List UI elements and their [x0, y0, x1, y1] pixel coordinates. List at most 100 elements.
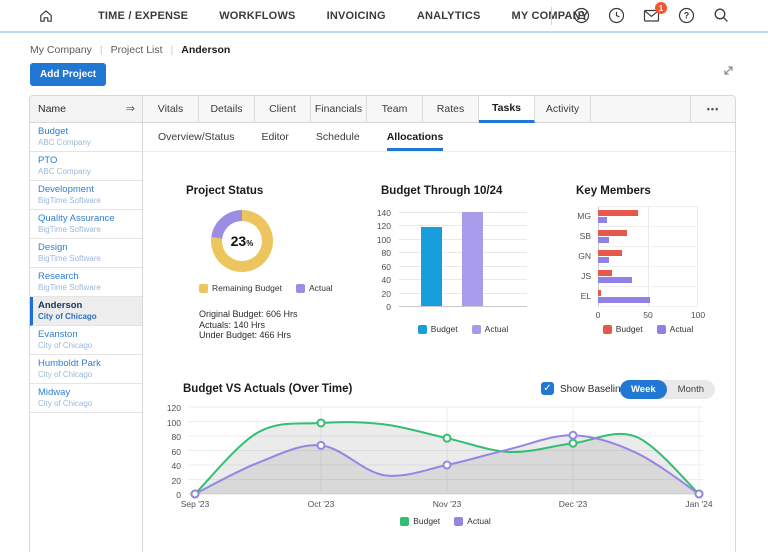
- gridline: [648, 206, 649, 306]
- client-name: City of Chicago: [38, 370, 138, 380]
- sidebar-item-evanston[interactable]: EvanstonCity of Chicago: [30, 326, 142, 355]
- y-tick-label: 80: [151, 432, 181, 442]
- category-label-mg: MG: [569, 211, 591, 221]
- y-tick-label: 100: [357, 235, 391, 245]
- bar-el-actual: [598, 297, 650, 303]
- bar-mg-actual: [598, 217, 607, 223]
- tab-overflow-menu[interactable]: •••: [691, 96, 735, 123]
- legend-label: Budget: [431, 324, 458, 334]
- home-icon[interactable]: [38, 8, 54, 24]
- legend-label: Remaining Budget: [212, 283, 282, 293]
- legend-item-budget: Budget: [400, 516, 440, 526]
- legend-swatch: [603, 325, 612, 334]
- subtab-allocations[interactable]: Allocations: [387, 123, 444, 151]
- row-separator: [598, 206, 698, 207]
- tab-tasks[interactable]: Tasks: [479, 96, 535, 123]
- hbar-chart-plot: [598, 206, 698, 306]
- client-name: BigTime Software: [38, 283, 138, 293]
- sidebar-item-midway[interactable]: MidwayCity of Chicago: [30, 384, 142, 413]
- legend-item-budget: Budget: [418, 324, 458, 334]
- sidebar-item-humboldt-park[interactable]: Humboldt ParkCity of Chicago: [30, 355, 142, 384]
- tab-rates[interactable]: Rates: [423, 96, 479, 123]
- sub-tab-bar: Overview/Status Editor Schedule Allocations: [143, 123, 735, 152]
- legend-item-actual: Actual: [296, 283, 333, 293]
- category-label-js: JS: [569, 271, 591, 281]
- add-project-button[interactable]: Add Project: [30, 63, 106, 86]
- sidebar-item-budget[interactable]: BudgetABC Company: [30, 123, 142, 152]
- client-name: BigTime Software: [38, 225, 138, 235]
- bar-sb-actual: [598, 237, 609, 243]
- tab-financials[interactable]: Financials: [311, 96, 367, 123]
- legend-label: Actual: [309, 283, 333, 293]
- subtab-overview-status[interactable]: Overview/Status: [158, 123, 234, 151]
- tab-client[interactable]: Client: [255, 96, 311, 123]
- toggle-week[interactable]: Week: [620, 380, 667, 399]
- tab-activity[interactable]: Activity: [535, 96, 591, 123]
- project-name: Humboldt Park: [38, 358, 138, 370]
- sidebar-item-research[interactable]: ResearchBigTime Software: [30, 268, 142, 297]
- nav-item-workflows[interactable]: WORKFLOWS: [219, 10, 295, 22]
- donut-percent-sign: %: [246, 239, 253, 248]
- sidebar-item-anderson[interactable]: AndersonCity of Chicago: [30, 297, 142, 326]
- y-tick-label: 40: [151, 461, 181, 471]
- legend-swatch: [296, 284, 305, 293]
- client-name: City of Chicago: [38, 399, 138, 409]
- week-month-toggle: WeekMonth: [620, 380, 715, 399]
- bar-gn-actual: [598, 257, 609, 263]
- line-chart: [188, 407, 703, 494]
- nav-divider: [551, 7, 552, 25]
- sidebar-item-development[interactable]: DevelopmentBigTime Software: [30, 181, 142, 210]
- breadcrumb-anderson: Anderson: [181, 44, 230, 56]
- sidebar-item-design[interactable]: DesignBigTime Software: [30, 239, 142, 268]
- category-label-sb: SB: [569, 231, 591, 241]
- help-icon[interactable]: ?: [678, 7, 695, 24]
- sidebar-list: BudgetABC CompanyPTOABC CompanyDevelopme…: [30, 123, 142, 413]
- bar-gn-budget: [598, 250, 622, 256]
- project-status-stats: Original Budget: 606 HrsActuals: 140 Hrs…: [199, 309, 298, 341]
- subtab-editor[interactable]: Editor: [261, 123, 288, 151]
- nav-item-time-expense[interactable]: TIME / EXPENSE: [98, 10, 188, 22]
- breadcrumb-project-list[interactable]: Project List: [111, 44, 163, 56]
- expand-icon[interactable]: [722, 64, 735, 77]
- breadcrumb-separator: |: [171, 44, 174, 56]
- project-name: Anderson: [38, 300, 138, 312]
- legend-item-actual: Actual: [657, 324, 694, 334]
- x-tick-label-dec-23: Dec '23: [548, 499, 598, 509]
- recent-clock-icon[interactable]: [608, 7, 625, 24]
- account-icon[interactable]: [573, 7, 590, 24]
- messages-icon[interactable]: 1: [643, 8, 660, 23]
- tab-team[interactable]: Team: [367, 96, 423, 123]
- sidebar-item-quality-assurance[interactable]: Quality AssuranceBigTime Software: [30, 210, 142, 239]
- client-name: BigTime Software: [38, 196, 138, 206]
- nav-item-analytics[interactable]: ANALYTICS: [417, 10, 481, 22]
- tab-details[interactable]: Details: [199, 96, 255, 123]
- stat-line: Original Budget: 606 Hrs: [199, 309, 298, 320]
- project-name: Development: [38, 184, 138, 196]
- show-baseline-checkbox[interactable]: ✓: [541, 382, 554, 395]
- legend-swatch: [400, 517, 409, 526]
- subtab-schedule[interactable]: Schedule: [316, 123, 360, 151]
- y-tick-label: 20: [151, 476, 181, 486]
- tab-vitals[interactable]: Vitals: [143, 96, 199, 123]
- marker-actual: [696, 491, 703, 498]
- y-tick-label: 140: [357, 208, 391, 218]
- sidebar-item-pto[interactable]: PTOABC Company: [30, 152, 142, 181]
- marker-budget: [570, 440, 577, 447]
- bar-chart-legend: BudgetActual: [389, 324, 537, 334]
- y-tick-label: 20: [357, 289, 391, 299]
- main-area: VitalsDetailsClientFinancialsTeamRatesTa…: [143, 96, 735, 552]
- bar-el-budget: [598, 290, 601, 296]
- toggle-month[interactable]: Month: [667, 380, 715, 399]
- collapse-panel-icon[interactable]: ⇒: [126, 104, 135, 115]
- y-tick-label: 120: [357, 221, 391, 231]
- category-label-gn: GN: [569, 251, 591, 261]
- search-icon[interactable]: [713, 7, 730, 24]
- breadcrumb-my-company[interactable]: My Company: [30, 44, 92, 56]
- x-tick-label-oct-23: Oct '23: [296, 499, 346, 509]
- bar-mg-budget: [598, 210, 638, 216]
- nav-item-invoicing[interactable]: INVOICING: [327, 10, 386, 22]
- nav-icon-cluster: 1 ?: [551, 0, 730, 31]
- bar-js-actual: [598, 277, 632, 283]
- x-tick-label-jan-24: Jan '24: [674, 499, 724, 509]
- gridline: [399, 306, 527, 307]
